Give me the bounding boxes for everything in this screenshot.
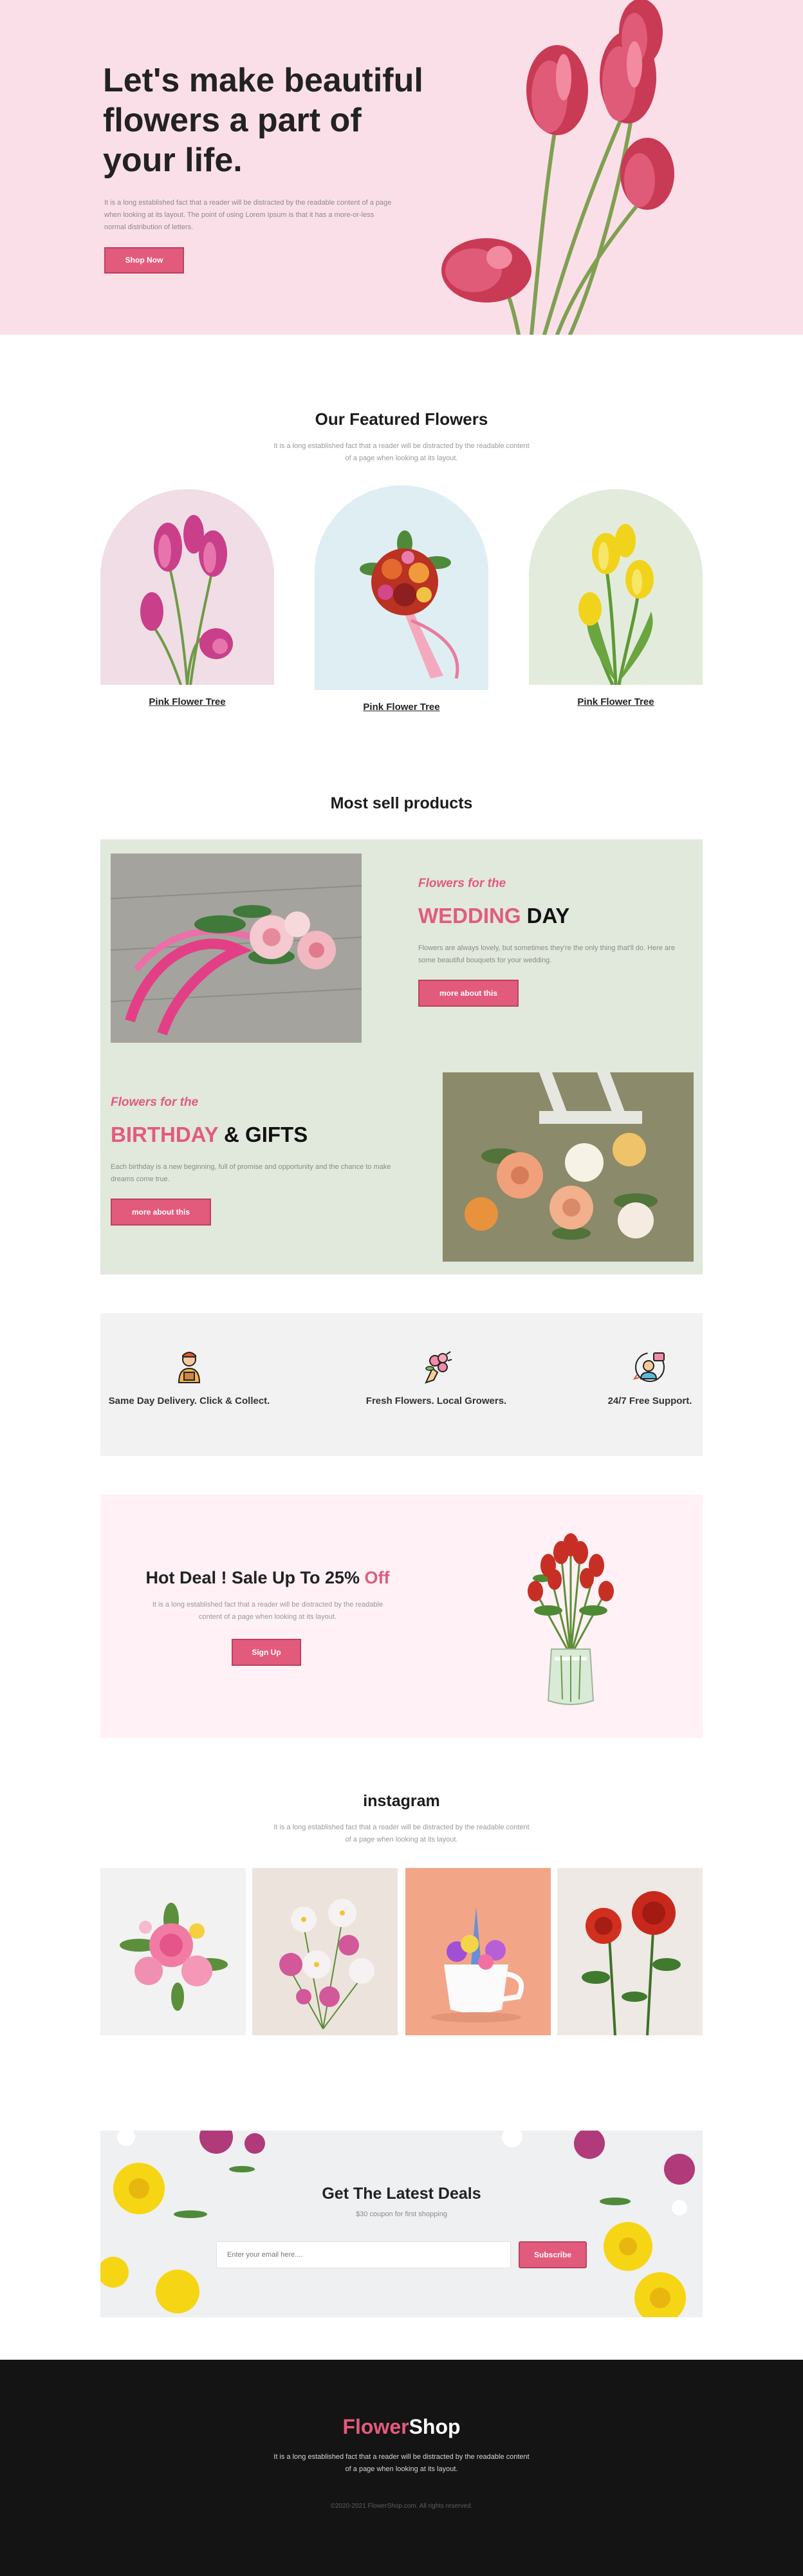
- birthday-heading-rest: & GIFTS: [217, 1123, 308, 1146]
- newsletter-subtitle: $30 coupon for first shopping: [356, 2210, 447, 2218]
- hero-description: It is a long established fact that a rea…: [104, 199, 392, 231]
- feature-label-delivery: Same Day Delivery. Click & Collect.: [108, 1395, 270, 1406]
- birthday-more-button[interactable]: more about this: [111, 1199, 211, 1226]
- footer-logo-rest: Shop: [409, 2415, 461, 2438]
- wedding-kicker: Flowers for the: [418, 877, 506, 890]
- page: Let's make beautiful flowers a part of y…: [0, 0, 803, 2576]
- wedding-text: Flowers are always lovely, but sometimes…: [418, 944, 675, 964]
- tulip-vase-image: [528, 1533, 614, 1705]
- featured-card-2[interactable]: [315, 485, 488, 690]
- featured-item-label-1[interactable]: Pink Flower Tree: [100, 696, 274, 707]
- support-agent-icon: [632, 1352, 665, 1382]
- footer-logo-accent: Flower: [342, 2415, 409, 2438]
- email-input[interactable]: [216, 2241, 511, 2268]
- birthday-heading-accent: BIRTHDAY: [111, 1123, 218, 1146]
- feature-label-support: 24/7 Free Support.: [607, 1395, 692, 1406]
- birthday-kicker: Flowers for the: [111, 1096, 199, 1109]
- most-sell-panel: Flowers for the WEDDING DAY Flowers are …: [100, 839, 703, 1274]
- deal-title: Hot Deal ! Sale Up To 25% Off: [100, 1568, 435, 1588]
- newsletter-flowers-decoration: [100, 2131, 695, 2317]
- deal-text: It is a long established fact that a rea…: [152, 1601, 383, 1621]
- yellow-tulips-image: [578, 524, 654, 685]
- wedding-heading-rest: DAY: [521, 904, 570, 928]
- wedding-more-button[interactable]: more about this: [418, 980, 519, 1007]
- shop-now-button[interactable]: Shop Now: [104, 247, 184, 274]
- hot-deal-panel: Hot Deal ! Sale Up To 25% Off It is a lo…: [100, 1495, 703, 1738]
- sign-up-button[interactable]: Sign Up: [232, 1639, 301, 1666]
- instagram-subtitle: It is a long established fact that a rea…: [273, 1824, 530, 1843]
- footer: FlowerShop It is a long established fact…: [0, 2360, 803, 2576]
- instagram-title: instagram: [363, 1792, 440, 1810]
- instagram-photo-3[interactable]: [405, 1868, 551, 2035]
- instagram-photo-2[interactable]: [252, 1868, 398, 2035]
- features-strip: Same Day Delivery. Click & Collect. Fres…: [100, 1313, 703, 1456]
- footer-logo[interactable]: FlowerShop: [0, 2415, 803, 2439]
- featured-item-label-2[interactable]: Pink Flower Tree: [315, 702, 488, 713]
- wedding-heading: WEDDING DAY: [418, 904, 569, 928]
- birthday-heading: BIRTHDAY & GIFTS: [111, 1123, 308, 1147]
- footer-description: It is a long established fact that a rea…: [273, 2453, 530, 2473]
- delivery-person-icon: [178, 1352, 201, 1383]
- newsletter-title: Get The Latest Deals: [322, 2185, 481, 2203]
- featured-card-1[interactable]: [100, 489, 274, 685]
- wedding-heading-accent: WEDDING: [418, 904, 521, 928]
- hero-section: Let's make beautiful flowers a part of y…: [0, 0, 803, 335]
- featured-item-label-3[interactable]: Pink Flower Tree: [529, 696, 703, 707]
- birthday-photo: [443, 1072, 694, 1262]
- bouquet-image: [360, 530, 459, 679]
- most-sell-title: Most sell products: [330, 794, 473, 812]
- wedding-photo: [111, 854, 362, 1043]
- hero-title: Let's make beautiful flowers a part of y…: [103, 62, 423, 179]
- feature-label-fresh: Fresh Flowers. Local Growers.: [365, 1395, 507, 1406]
- bouquet-icon: [425, 1351, 452, 1384]
- instagram-photo-1[interactable]: [100, 1868, 246, 2035]
- featured-title: Our Featured Flowers: [315, 409, 488, 429]
- hero-tulips-image: [441, 0, 674, 335]
- featured-card-3[interactable]: [529, 489, 703, 685]
- instagram-photo-4[interactable]: [557, 1868, 703, 2035]
- featured-subtitle: It is a long established fact that a rea…: [273, 442, 530, 462]
- birthday-text: Each birthday is a new beginning, full o…: [111, 1163, 391, 1183]
- deal-title-accent: Off: [364, 1568, 390, 1587]
- deal-title-main: Hot Deal ! Sale Up To 25%: [145, 1568, 365, 1587]
- subscribe-button[interactable]: Subscribe: [519, 2241, 587, 2268]
- newsletter-panel: Get The Latest Deals $30 coupon for firs…: [100, 2131, 703, 2317]
- pink-tulips-image: [140, 515, 233, 685]
- footer-copyright: ©2020-2021 FlowerShop.com. All rights re…: [330, 2503, 473, 2510]
